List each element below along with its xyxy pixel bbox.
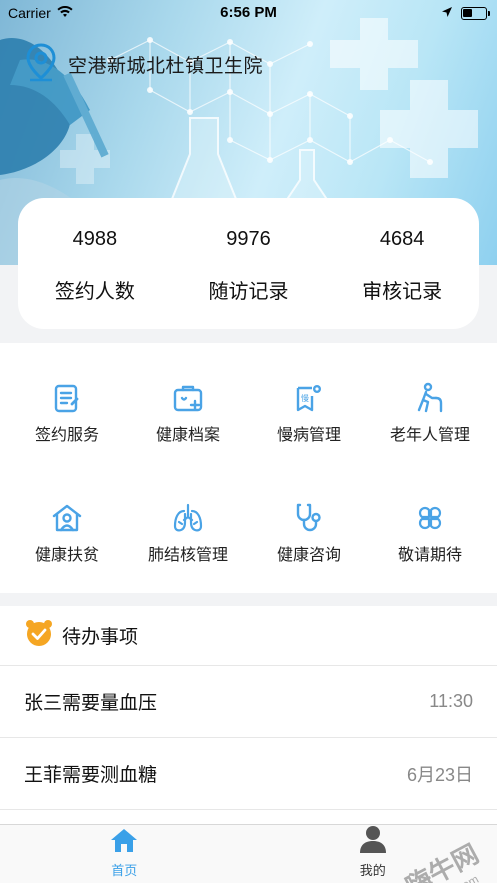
location-header[interactable]: 空港新城北杜镇卫生院 [24,42,263,87]
feature-health-records[interactable]: 健康档案 [126,381,250,445]
feature-label: 健康咨询 [276,547,341,564]
todo-item[interactable]: 王菲需要测血糖 6月23日 [0,738,497,810]
home-icon [109,827,139,858]
todo-item-text: 王菲需要测血糖 [24,765,158,786]
tab-me-label: 我的 [359,863,386,878]
feature-tuberculosis-management[interactable]: 肺结核管理 [126,501,250,565]
stat-signed-count[interactable]: 4988 签约人数 [18,198,172,329]
elderly-person-icon [413,381,447,415]
feature-chronic-disease[interactable]: 慢 慢病管理 [247,381,371,445]
todo-item-text: 张三需要量血压 [24,693,158,714]
feature-label: 签约服务 [34,427,99,444]
feature-label: 敬请期待 [397,547,462,564]
feature-elderly-management[interactable]: 老年人管理 [368,381,492,445]
svg-text:慢: 慢 [301,393,309,403]
tab-home-label: 首页 [111,863,138,878]
feature-health-poverty-relief[interactable]: 健康扶贫 [5,501,129,565]
todo-item-time: 6月23日 [406,764,473,785]
stethoscope-icon [292,501,326,535]
chronic-disease-icon: 慢 [292,381,326,415]
todo-section: 待办事项 张三需要量血压 11:30 王菲需要测血糖 6月23日 [0,606,497,824]
battery-icon [461,6,490,20]
location-pin-icon [24,42,58,87]
feature-label: 健康扶贫 [34,547,99,564]
location-title: 空港新城北杜镇卫生院 [68,56,264,77]
stat-label: 随访记录 [208,281,289,303]
feature-label: 慢病管理 [276,427,341,444]
stat-label: 审核记录 [362,281,443,303]
house-person-icon [50,501,84,535]
todo-item-time: 11:30 [429,691,473,711]
feature-label: 肺结核管理 [147,547,228,564]
feature-contract-service[interactable]: 签约服务 [5,381,129,445]
feature-coming-soon[interactable]: 敬请期待 [368,501,492,565]
stat-value: 4988 [72,228,118,250]
feature-label: 老年人管理 [389,427,470,444]
stats-card: 4988 签约人数 9976 随访记录 4684 审核记录 [18,198,479,329]
status-time: 6:56 PM [220,4,277,21]
stat-value: 4684 [379,228,425,250]
todo-title: 待办事项 [62,627,139,648]
contract-document-icon [50,381,84,415]
user-icon [359,825,387,858]
stat-followup-records[interactable]: 9976 随访记录 [172,198,326,329]
stat-label: 签约人数 [54,281,135,303]
medical-kit-icon [171,381,205,415]
feature-health-consultation[interactable]: 健康咨询 [247,501,371,565]
feature-label: 健康档案 [155,427,220,444]
feature-grid: 签约服务 健康档案 慢 慢病管理 老年人管理 健康扶贫 肺结核管理 健康咨询 敬… [0,343,497,593]
lungs-icon [171,501,205,535]
stat-review-records[interactable]: 4684 审核记录 [325,198,479,329]
todo-header: 待办事项 [0,606,497,666]
checkmark-badge-icon [24,618,54,653]
status-bar: Carrier 6:56 PM [0,0,497,26]
stat-value: 9976 [226,228,271,250]
location-arrow-icon [441,5,453,21]
tab-home[interactable]: 首页 [0,825,249,883]
todo-item[interactable]: 张三需要量血压 11:30 [0,666,497,738]
clover-icon [413,501,447,535]
